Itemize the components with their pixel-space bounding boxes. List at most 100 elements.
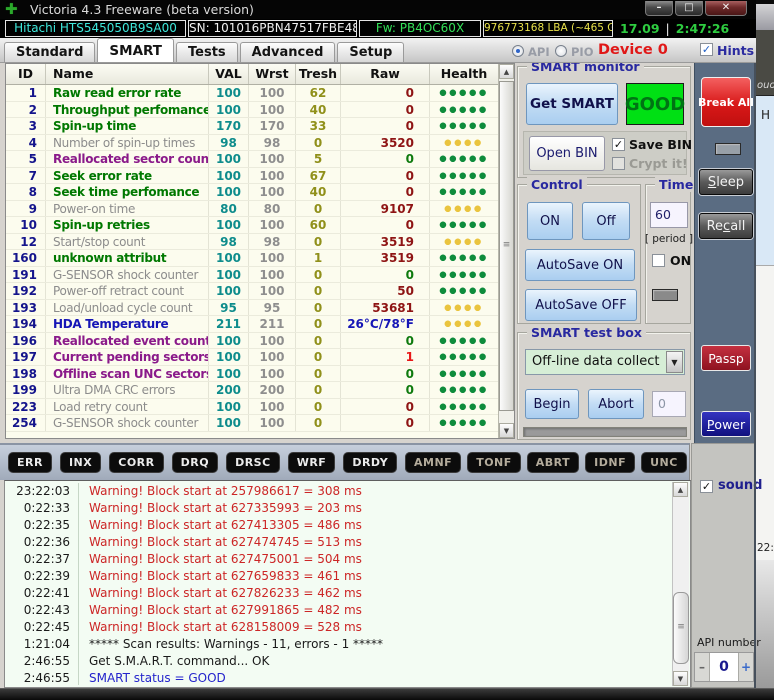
cell-name: Spin-up time	[46, 118, 209, 134]
power-button[interactable]: Power	[701, 411, 751, 437]
table-row[interactable]: 191G-SENSOR shock counter10010000●●●●●	[6, 267, 498, 284]
table-scrollbar[interactable]: ▲ ≡ ▼	[498, 64, 514, 438]
cell-id: 198	[6, 366, 46, 382]
table-row[interactable]: 9Power-on time808009107●●●●	[6, 201, 498, 218]
table-row[interactable]: 1Raw read error rate100100620●●●●●	[6, 85, 498, 102]
break-all-button[interactable]: Break All	[701, 77, 751, 127]
cell-name: Reallocated event count	[46, 333, 209, 349]
api-radio[interactable]	[512, 45, 524, 57]
table-row[interactable]: 5Reallocated sector count10010050●●●●●	[6, 151, 498, 168]
table-row[interactable]: 12Start/stop count989803519●●●●	[6, 234, 498, 251]
table-row[interactable]: 3Spin-up time170170330●●●●●	[6, 118, 498, 135]
api-number-increment[interactable]: +	[738, 653, 753, 681]
timer-period-input[interactable]: 60	[650, 202, 688, 228]
log-scrollbar-thumb[interactable]: ≡	[673, 592, 689, 664]
autosave-on-button[interactable]: AutoSave ON	[525, 249, 635, 281]
drive-firmware: Fw: PB4OC60X	[359, 20, 481, 37]
scroll-down-icon[interactable]: ▼	[499, 423, 514, 438]
column-header-val[interactable]: VAL	[209, 64, 249, 84]
save-bin-checkbox[interactable]: ✓	[612, 138, 625, 151]
table-row[interactable]: 7Seek error rate100100670●●●●●	[6, 168, 498, 185]
table-row[interactable]: 197Current pending sectors10010001●●●●●	[6, 349, 498, 366]
tab-setup[interactable]: Setup	[337, 42, 404, 62]
log-scrollbar[interactable]: ▲ ≡ ▼	[672, 482, 689, 686]
sleep-button[interactable]: Sleep	[699, 169, 753, 195]
tab-tests[interactable]: Tests	[176, 42, 238, 62]
tab-standard[interactable]: Standard	[4, 42, 95, 62]
test-select-dropdown[interactable]: Off-line data collect ▼	[525, 349, 685, 375]
log-message: Warning! Block start at 257986617 = 308 …	[79, 483, 362, 500]
table-row[interactable]: 199Ultra DMA CRC errors20020000●●●●●	[6, 382, 498, 399]
column-header-wrst[interactable]: Wrst	[249, 64, 296, 84]
tab-smart[interactable]: SMART	[97, 38, 174, 62]
dropdown-arrow-icon[interactable]: ▼	[666, 351, 683, 373]
cell-tresh: 0	[296, 333, 341, 349]
health-dots: ●●●●●	[430, 399, 498, 415]
log-area[interactable]: 23:22:03Warning! Block start at 25798661…	[4, 480, 691, 688]
table-row[interactable]: 2Throughput perfomance100100400●●●●●	[6, 102, 498, 119]
cell-wrst: 100	[249, 85, 296, 101]
scroll-up-icon[interactable]: ▲	[499, 64, 514, 79]
log-row: 1:21:04***** Scan results: Warnings - 11…	[5, 636, 669, 653]
table-row[interactable]: 254G-SENSOR shock counter10010000●●●●●	[6, 415, 498, 432]
cell-tresh: 62	[296, 85, 341, 101]
cell-wrst: 100	[249, 333, 296, 349]
health-dots: ●●●●●	[430, 217, 498, 233]
get-smart-button[interactable]: Get SMART	[526, 83, 618, 125]
cell-val: 100	[209, 102, 249, 118]
table-row[interactable]: 196Reallocated event count10010000●●●●●	[6, 333, 498, 350]
log-message: SMART status = GOOD	[79, 670, 226, 685]
log-scroll-down-icon[interactable]: ▼	[673, 671, 688, 686]
cell-wrst: 170	[249, 118, 296, 134]
hints-checkbox[interactable]: ✓	[700, 43, 713, 56]
log-scroll-up-icon[interactable]: ▲	[673, 482, 688, 497]
passp-button[interactable]: Passp	[701, 345, 751, 371]
autosave-off-button[interactable]: AutoSave OFF	[525, 289, 637, 321]
minimize-button[interactable]: –	[645, 1, 673, 16]
timer-on-checkbox[interactable]	[652, 254, 665, 267]
table-row[interactable]: 193Load/unload cycle count9595053681●●●●	[6, 300, 498, 317]
table-row[interactable]: 8Seek time perfomance100100400●●●●●	[6, 184, 498, 201]
scrollbar-thumb[interactable]: ≡	[499, 81, 514, 411]
health-dots: ●●●●	[430, 135, 498, 151]
smart-status-badge: GOOD	[626, 83, 684, 125]
drive-serial: SN: 101016PBN47517FBE48B	[188, 20, 357, 37]
close-button[interactable]: ✕	[705, 1, 747, 16]
crypt-checkbox[interactable]	[612, 157, 625, 170]
column-header-id[interactable]: ID	[6, 64, 46, 84]
recall-button[interactable]: Recall	[699, 213, 753, 239]
tab-advanced[interactable]: Advanced	[240, 42, 336, 62]
restore-button[interactable]: □	[675, 1, 703, 16]
column-header-health[interactable]: Health	[430, 64, 498, 84]
table-row[interactable]: 194HDA Temperature211211026°C/78°F●●●●	[6, 316, 498, 333]
cell-raw: 0	[341, 168, 430, 184]
api-number-decrement[interactable]: –	[695, 653, 710, 681]
table-row[interactable]: 198Offline scan UNC sectors10010000●●●●●	[6, 366, 498, 383]
cell-name: G-SENSOR shock counter	[46, 415, 209, 431]
sound-checkbox[interactable]: ✓	[700, 480, 713, 493]
pio-radio[interactable]	[555, 45, 567, 57]
column-header-raw[interactable]: Raw	[341, 64, 430, 84]
api-number-value[interactable]: 0	[710, 653, 738, 681]
table-row[interactable]: 223Load retry count10010000●●●●●	[6, 399, 498, 416]
test-counter-field[interactable]: 0	[652, 391, 686, 417]
column-header-tresh[interactable]: Tresh	[296, 64, 341, 84]
abort-button[interactable]: Abort	[588, 389, 644, 419]
cell-tresh: 1	[296, 250, 341, 266]
control-group: Control ON Off AutoSave ON AutoSave OFF	[517, 184, 641, 324]
log-row: 0:22:33Warning! Block start at 627335993…	[5, 500, 669, 517]
table-row[interactable]: 160unknown attribut10010013519●●●●●	[6, 250, 498, 267]
background-window-light-area: 22:3	[756, 265, 774, 560]
smart-on-button[interactable]: ON	[527, 202, 573, 240]
cell-tresh: 0	[296, 382, 341, 398]
smart-off-button[interactable]: Off	[582, 202, 630, 240]
background-window: ouo H 22:3	[756, 0, 774, 688]
table-row[interactable]: 10Spin-up retries100100600●●●●●	[6, 217, 498, 234]
tab-strip: Standard SMART Tests Advanced Setup	[4, 38, 404, 62]
column-header-name[interactable]: Name	[46, 64, 209, 84]
table-row[interactable]: 4Number of spin-up times989803520●●●●	[6, 135, 498, 152]
cell-raw: 50	[341, 283, 430, 299]
table-row[interactable]: 192Power-off retract count100100050●●●●●	[6, 283, 498, 300]
begin-button[interactable]: Begin	[525, 389, 579, 419]
open-bin-button[interactable]: Open BIN	[529, 136, 605, 171]
